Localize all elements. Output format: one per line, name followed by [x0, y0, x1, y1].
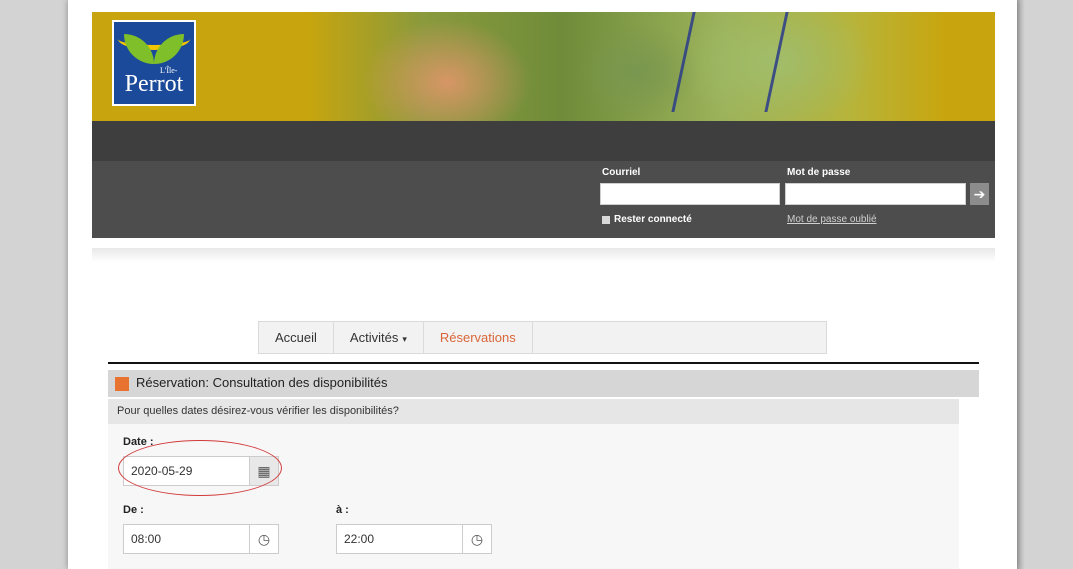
section-square-icon — [115, 377, 129, 391]
from-time-field[interactable]: 08:00 — [123, 524, 250, 554]
remember-label: Rester connecté — [614, 214, 692, 225]
login-submit-button[interactable]: ➔ — [970, 183, 989, 205]
arrow-right-icon: ➔ — [973, 186, 986, 202]
page-shadow — [1017, 0, 1025, 569]
site-logo[interactable]: L'Île- Perrot — [112, 20, 196, 106]
tab-reservations[interactable]: Réservations — [424, 322, 533, 353]
header-banner: L'Île- Perrot — [92, 12, 995, 121]
main-nav-bar — [92, 121, 995, 161]
banner-photo — [307, 12, 947, 121]
login-bar: Courriel Mot de passe ➔ Rester connecté … — [92, 161, 995, 238]
to-time-button[interactable]: ◷ — [462, 524, 492, 554]
tab-activites[interactable]: Activités ▾ — [334, 322, 424, 353]
tab-label: Activités — [349, 330, 399, 345]
from-time-button[interactable]: ◷ — [249, 524, 279, 554]
clock-icon: ◷ — [470, 531, 484, 547]
page: L'Île- Perrot Courriel Mot de passe ➔ Re… — [68, 0, 1017, 569]
password-label: Mot de passe — [787, 167, 851, 178]
password-field[interactable] — [785, 183, 966, 205]
remember-checkbox[interactable] — [602, 216, 610, 224]
content-top-rule — [108, 362, 979, 364]
section-title: Réservation: Consultation des disponibil… — [136, 375, 388, 390]
forgot-password-link[interactable]: Mot de passe oublié — [787, 214, 877, 225]
question-bar: Pour quelles dates désirez-vous vérifier… — [108, 399, 959, 424]
section-header: Réservation: Consultation des disponibil… — [108, 370, 979, 397]
email-label: Courriel — [602, 167, 641, 178]
to-time-label: à : — [336, 504, 349, 516]
tab-label: Accueil — [275, 330, 317, 345]
tab-bar: Accueil Activités ▾ Réservations — [258, 321, 827, 354]
email-field[interactable] — [600, 183, 780, 205]
from-time-label: De : — [123, 504, 144, 516]
date-highlight-annotation — [118, 440, 282, 496]
clock-icon: ◷ — [257, 531, 271, 547]
tab-accueil[interactable]: Accueil — [259, 322, 334, 353]
chevron-down-icon: ▾ — [402, 334, 407, 344]
question-text: Pour quelles dates désirez-vous vérifier… — [117, 405, 399, 417]
swing-set-image — [671, 12, 789, 112]
to-time-field[interactable]: 22:00 — [336, 524, 463, 554]
logo-text: Perrot — [124, 71, 184, 97]
header-divider — [92, 248, 995, 262]
tab-label: Réservations — [439, 330, 516, 345]
